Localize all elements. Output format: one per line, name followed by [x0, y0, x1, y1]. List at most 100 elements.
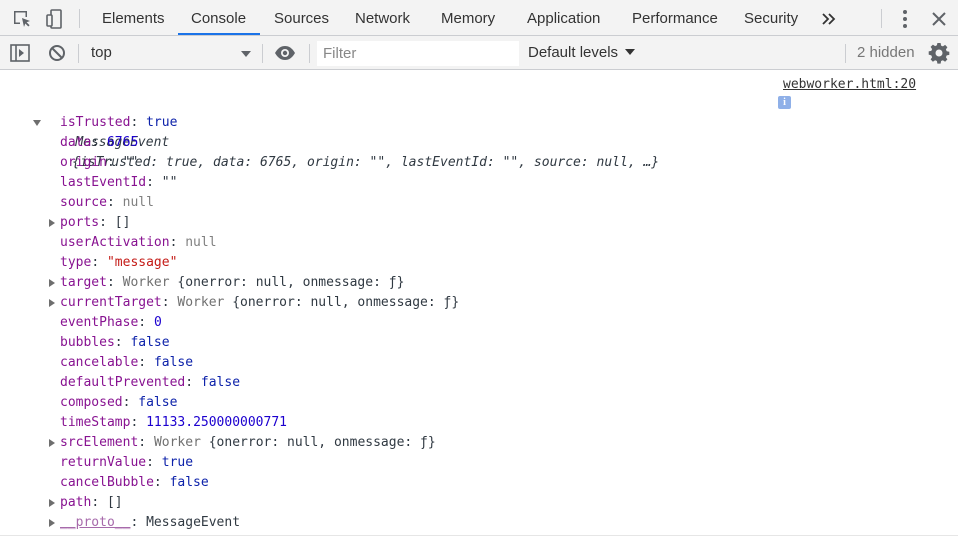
property-text: bubbles: false	[60, 335, 170, 350]
divider	[309, 44, 310, 63]
property-row-composed: composed: false	[0, 393, 958, 413]
log-levels-dropdown[interactable]: Default levels	[528, 41, 636, 65]
clear-console-icon[interactable]	[46, 42, 68, 64]
property-row-userActivation: userActivation: null	[0, 233, 958, 253]
property-row-eventPhase: eventPhase: 0	[0, 313, 958, 333]
info-icon[interactable]: i	[778, 96, 791, 109]
expand-triangle-icon[interactable]	[48, 293, 56, 313]
tab-console[interactable]: Console	[178, 0, 261, 35]
property-key: type	[60, 255, 92, 270]
property-key: source	[60, 195, 107, 210]
expand-triangle-icon[interactable]	[48, 433, 56, 453]
divider	[845, 44, 846, 63]
property-value: null	[185, 235, 217, 250]
property-value: false	[169, 475, 209, 490]
property-text: origin: ""	[60, 155, 139, 170]
divider	[262, 44, 263, 63]
show-sidebar-icon[interactable]	[9, 42, 31, 64]
property-row-path[interactable]: path: []	[0, 493, 958, 513]
tab-elements[interactable]: Elements	[102, 0, 165, 35]
property-text: currentTarget: Worker {onerror: null, on…	[60, 295, 460, 310]
property-value: {onerror: null, onmessage: ƒ}	[208, 435, 436, 450]
property-key: target	[60, 275, 107, 290]
property-value: false	[130, 335, 170, 350]
property-row-lastEventId: lastEventId: ""	[0, 173, 958, 193]
property-key: userActivation	[60, 235, 170, 250]
property-text: eventPhase: 0	[60, 315, 162, 330]
expand-triangle-icon[interactable]	[48, 513, 56, 533]
eye-icon[interactable]	[274, 42, 296, 64]
property-value: false	[200, 375, 241, 390]
property-text: cancelable: false	[60, 355, 194, 370]
property-value: []	[114, 215, 131, 230]
property-row-srcElement[interactable]: srcElement: Worker {onerror: null, onmes…	[0, 433, 958, 453]
property-row-isTrusted: isTrusted: true	[0, 113, 958, 133]
close-icon[interactable]	[928, 8, 950, 30]
property-text: srcElement: Worker {onerror: null, onmes…	[60, 435, 436, 450]
property-value: ""	[161, 175, 178, 190]
tab-memory[interactable]: Memory	[441, 0, 495, 35]
property-row-proto[interactable]: __proto__: MessageEvent	[0, 513, 958, 533]
property-value: {onerror: null, onmessage: ƒ}	[177, 275, 405, 290]
filter-input[interactable]	[317, 41, 519, 66]
property-class: Worker	[177, 295, 225, 310]
chevron-down-icon	[241, 46, 251, 57]
tab-application[interactable]: Application	[527, 0, 600, 35]
property-row-ports[interactable]: ports: []	[0, 213, 958, 233]
console-toolbar: top Default levels 2 hidden	[0, 36, 958, 70]
expand-triangle-icon[interactable]	[48, 213, 56, 233]
expand-triangle-icon[interactable]	[48, 493, 56, 513]
tab-sources[interactable]: Sources	[274, 0, 329, 35]
property-text: lastEventId: ""	[60, 175, 178, 190]
chevron-down-icon	[625, 49, 636, 55]
property-text: data: 6765	[60, 135, 139, 150]
property-text: __proto__: MessageEvent	[60, 515, 241, 530]
property-text: ports: []	[60, 215, 131, 230]
console-output: webworker.html:20 MessageEvent {isTruste…	[0, 71, 958, 535]
property-key: bubbles	[60, 335, 115, 350]
property-row-currentTarget[interactable]: currentTarget: Worker {onerror: null, on…	[0, 293, 958, 313]
property-key: origin	[60, 155, 107, 170]
property-text: target: Worker {onerror: null, onmessage…	[60, 275, 405, 290]
more-tabs-icon[interactable]	[818, 8, 840, 30]
property-key: isTrusted	[60, 115, 131, 130]
source-link[interactable]: webworker.html:20	[783, 77, 916, 92]
log-entry-header[interactable]: MessageEvent {isTrusted: true, data: 676…	[33, 93, 659, 170]
property-row-data: data: 6765	[0, 133, 958, 153]
property-row-source: source: null	[0, 193, 958, 213]
property-class: Worker	[153, 435, 201, 450]
property-key: ports	[60, 215, 100, 230]
gear-icon[interactable]	[928, 42, 950, 64]
divider	[78, 44, 79, 63]
property-key: srcElement	[60, 435, 139, 450]
property-class: Worker	[122, 275, 170, 290]
property-value: ""	[122, 155, 139, 170]
property-text: userActivation: null	[60, 235, 217, 250]
expand-triangle-icon[interactable]	[48, 273, 56, 293]
kebab-menu-icon[interactable]	[894, 8, 916, 30]
hidden-messages-count: 2 hidden	[857, 44, 915, 61]
property-value: "message"	[106, 255, 178, 270]
property-value: false	[153, 355, 194, 370]
property-key: returnValue	[60, 455, 147, 470]
tab-security[interactable]: Security	[744, 0, 798, 35]
property-value: []	[106, 495, 123, 510]
context-selector[interactable]: top	[81, 41, 256, 65]
property-row-target[interactable]: target: Worker {onerror: null, onmessage…	[0, 273, 958, 293]
property-row-timeStamp: timeStamp: 11133.250000000771	[0, 413, 958, 433]
property-value: true	[146, 115, 178, 130]
property-key: cancelable	[60, 355, 139, 370]
tab-performance[interactable]: Performance	[632, 0, 718, 35]
device-toolbar-icon[interactable]	[45, 8, 67, 30]
devtools-tabbar: Elements Console Sources Network Memory …	[0, 0, 958, 36]
divider	[79, 9, 80, 28]
property-key: composed	[60, 395, 123, 410]
property-value: null	[122, 195, 154, 210]
property-key: path	[60, 495, 92, 510]
tab-network[interactable]: Network	[355, 0, 410, 35]
property-key: data	[60, 135, 92, 150]
property-key: currentTarget	[60, 295, 162, 310]
inspect-element-icon[interactable]	[11, 8, 33, 30]
property-text: type: "message"	[60, 255, 178, 270]
property-row-cancelBubble: cancelBubble: false	[0, 473, 958, 493]
